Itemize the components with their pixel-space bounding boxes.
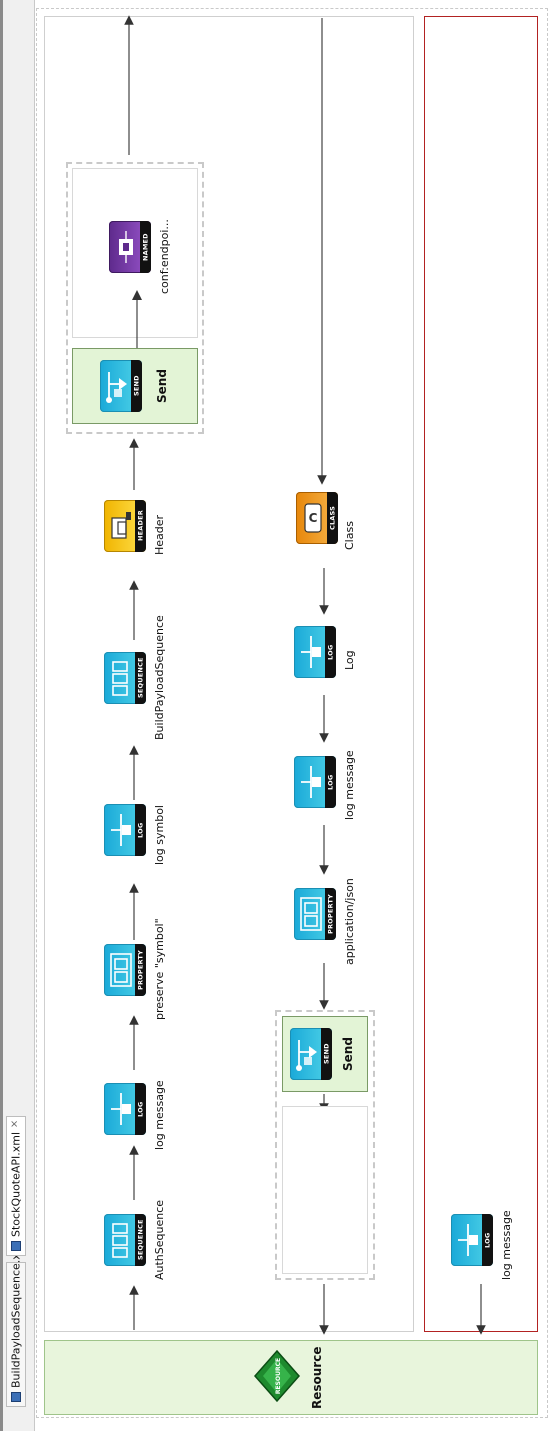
mediator-label: log message [343,750,356,820]
send-icon-box: SEND [290,1028,332,1080]
mediator-label: BuildPayloadSequence [153,615,166,740]
send-mediator-out[interactable]: SEND Send [282,1016,368,1092]
log-icon [301,766,321,798]
log-icon [301,636,321,668]
log-icon [458,1224,478,1256]
mediator-label: log message [153,1080,166,1150]
mediator-label: AuthSequence [153,1199,166,1280]
mediator-type-label: SEND [132,375,141,397]
mediator-log-out-1[interactable]: LOG [294,626,336,678]
mediator-log-out-2[interactable]: LOG [294,756,336,808]
mediator-type-label: HEADER [136,510,145,542]
mediator-type-label: NAMED [141,233,150,261]
mediator-log-2[interactable]: LOG [104,804,146,856]
named-endpoint[interactable]: NAMED [109,221,151,273]
class-icon: C [304,503,322,533]
mediator-type-label: LOG [326,644,335,660]
endpoint-label: conf:endpoi... [158,219,171,294]
mediator-type-label: LOG [136,822,145,838]
mediator-label: Header [153,514,166,555]
endpoint-icon [119,231,133,263]
mediator-label: log symbol [153,805,166,865]
mediator-type-label: PROPERTY [136,950,145,990]
mediator-sequence-buildpayload[interactable]: SEQUENCE [104,652,146,704]
property-icon [300,897,322,931]
mediator-type-label: LOG [483,1232,492,1248]
send-label: Send [341,1037,355,1071]
send-endpoint-connector [132,290,142,348]
mediator-type-label: LOG [326,774,335,790]
mediator-type-label: SEQUENCE [136,657,145,699]
send-icon [106,372,127,403]
mediator-label: application/json [343,878,356,965]
mediator-type-label: SEND [322,1043,331,1065]
send-icon [296,1040,317,1071]
header-icon [111,512,131,539]
mediator-class[interactable]: C CLASS [296,492,338,544]
log-icon [111,814,131,846]
log-icon [111,1093,131,1125]
property-icon [110,953,132,987]
sequence-icon [112,1223,128,1258]
mediator-sequence-auth[interactable]: SEQUENCE [104,1214,146,1266]
mediator-type-label: PROPERTY [326,894,335,934]
svg-text:C: C [309,511,318,525]
mediator-type-label: LOG [136,1101,145,1117]
endpoint-container-out [282,1106,368,1274]
sequence-icon [112,661,128,696]
send-mediator[interactable]: SEND Send [72,348,198,424]
send-icon-box: SEND [100,360,142,412]
mediator-label: Log [343,650,356,670]
send-label: Send [155,369,169,403]
mediator-label: preserve "symbol" [153,918,166,1020]
mediator-type-label: CLASS [328,506,337,531]
mediator-label: log message [500,1210,513,1280]
mediator-property-1[interactable]: PROPERTY [104,944,146,996]
mediator-type-label: SEQUENCE [136,1219,145,1261]
mediator-header[interactable]: HEADER [104,500,146,552]
mediator-label: Class [343,521,356,550]
mediator-property-out[interactable]: PROPERTY [294,888,336,940]
mediator-log-1[interactable]: LOG [104,1083,146,1135]
mediator-log-fault[interactable]: LOG [451,1214,493,1266]
